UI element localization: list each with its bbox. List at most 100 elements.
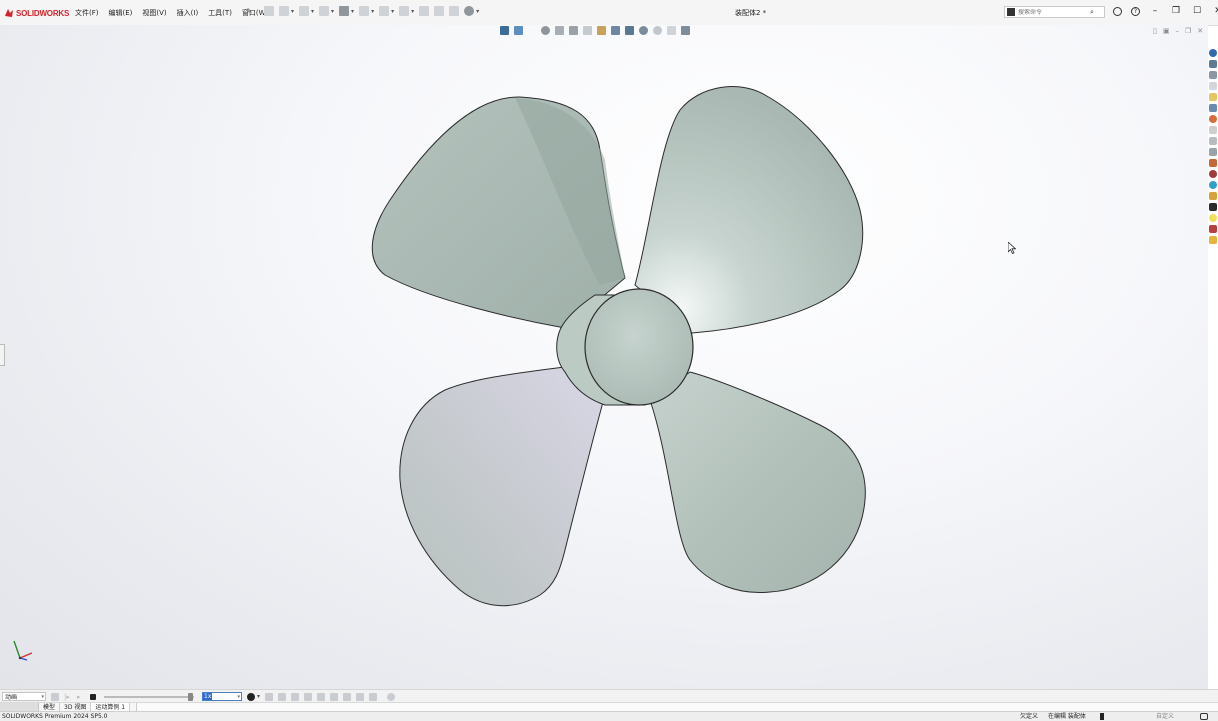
previous-view-icon[interactable] [555, 26, 564, 35]
new-document-icon[interactable] [279, 6, 289, 16]
viewport-split-icon[interactable]: ▣ [1163, 27, 1170, 35]
viewport-close-icon[interactable]: ✕ [1197, 27, 1203, 35]
gear-icon[interactable] [464, 6, 475, 16]
play-icon[interactable]: ▸ [77, 693, 85, 701]
dynamic-annotation-icon[interactable] [583, 26, 592, 35]
select-icon[interactable] [399, 6, 410, 16]
rebuild-icon[interactable] [419, 6, 430, 16]
maximize-button[interactable]: ☐ [1191, 6, 1203, 16]
slider-thumb[interactable] [188, 692, 193, 701]
solidworks-forum-icon[interactable] [1209, 137, 1217, 145]
help-icon[interactable]: ? [1131, 6, 1140, 16]
folder-icon[interactable] [1209, 82, 1217, 90]
appearances-icon[interactable] [1209, 104, 1217, 112]
zoom-to-fit-icon[interactable] [514, 26, 523, 35]
force-icon[interactable] [356, 692, 365, 701]
appearances-scenes-icon[interactable] [1209, 115, 1217, 123]
save-icon[interactable] [319, 6, 330, 16]
add-key-icon[interactable] [304, 692, 313, 701]
redo-dropdown-icon[interactable]: ▾ [391, 8, 394, 15]
open-dropdown-icon[interactable]: ▾ [311, 8, 314, 15]
custom-properties-icon[interactable] [1209, 126, 1217, 134]
fan-model[interactable] [370, 80, 870, 615]
display-style-icon[interactable] [611, 26, 620, 35]
playback-mode-dropdown-icon[interactable]: ▾ [257, 693, 260, 700]
stop-icon[interactable] [90, 693, 96, 700]
view-orientation-icon[interactable] [597, 26, 606, 35]
select-dropdown-icon[interactable]: ▾ [411, 8, 414, 15]
animation-wizard-icon[interactable] [278, 692, 287, 701]
tools-icon[interactable] [1209, 225, 1217, 233]
design-library-icon[interactable] [1209, 60, 1217, 68]
user-icon[interactable] [1113, 6, 1122, 16]
pin-icon[interactable]: ✎ [246, 7, 253, 16]
viewport-minimize-icon[interactable]: – [1175, 27, 1179, 35]
zoom-area-icon[interactable] [541, 26, 550, 35]
study-properties-icon[interactable] [387, 692, 396, 701]
home-icon[interactable] [264, 6, 274, 16]
hide-show-icon[interactable] [625, 26, 634, 35]
redo-icon[interactable] [379, 6, 390, 16]
new-dropdown-icon[interactable]: ▾ [291, 8, 294, 15]
compass-icon[interactable] [1209, 181, 1217, 189]
open-icon[interactable] [299, 6, 310, 16]
minimize-button[interactable]: – [1149, 6, 1161, 16]
study-type-select[interactable]: 动画 ▾ [2, 692, 46, 701]
options-panel-icon[interactable] [449, 6, 460, 16]
status-options-icon[interactable] [1200, 713, 1208, 720]
calculate-icon[interactable] [51, 692, 59, 701]
motor-icon[interactable] [317, 692, 326, 701]
document-title: 装配体2 * [735, 9, 767, 17]
section-view-icon[interactable] [569, 26, 578, 35]
plugin-icon[interactable] [1209, 236, 1217, 244]
apply-scene-icon[interactable] [653, 26, 662, 35]
viewport-layout-icon[interactable]: ▯ [1153, 27, 1157, 35]
solidworks-resources-icon[interactable] [1209, 49, 1217, 57]
toolbox-icon[interactable] [1209, 159, 1217, 167]
menu-file[interactable]: 文件(F) [74, 7, 100, 19]
anchor-icon[interactable] [500, 26, 509, 35]
fan-hub-face[interactable] [584, 288, 694, 406]
file-explorer-icon[interactable] [1209, 71, 1217, 79]
solidworks-logo[interactable]: SOLIDWORKS [4, 7, 69, 19]
spring-icon[interactable] [330, 692, 339, 701]
restore-button[interactable]: ❐ [1170, 6, 1182, 16]
save-animation-icon[interactable] [265, 692, 274, 701]
markup-icon[interactable] [1209, 170, 1217, 178]
fan-blade-lower-left[interactable] [399, 361, 606, 607]
playback-mode-icon[interactable] [247, 692, 255, 701]
fan-blade-lower-right[interactable] [649, 371, 866, 594]
viewport-restore-icon[interactable]: ❐ [1185, 27, 1191, 35]
print-dropdown-icon[interactable]: ▾ [351, 8, 354, 15]
undo-dropdown-icon[interactable]: ▾ [371, 8, 374, 15]
display-monitor-icon[interactable] [681, 26, 690, 35]
print-icon[interactable] [339, 6, 350, 16]
view-settings-icon[interactable] [667, 26, 676, 35]
save-dropdown-icon[interactable]: ▾ [331, 8, 334, 15]
hat-icon[interactable] [1209, 203, 1217, 211]
file-properties-icon[interactable] [434, 6, 445, 16]
3dexperience-icon[interactable] [1209, 148, 1217, 156]
undo-icon[interactable] [359, 6, 370, 16]
menu-insert[interactable]: 插入(I) [176, 7, 200, 19]
menu-edit[interactable]: 编辑(E) [108, 7, 134, 19]
playback-slider[interactable] [104, 692, 194, 701]
options-dropdown-icon[interactable]: ▾ [476, 8, 479, 15]
contact-icon[interactable] [369, 692, 378, 701]
edit-appearance-icon[interactable] [639, 26, 648, 35]
search-icon[interactable]: ⌕ [1090, 8, 1094, 17]
autokey-icon[interactable] [291, 692, 300, 701]
view-palette-icon[interactable] [1209, 93, 1217, 101]
menu-tools[interactable]: 工具(T) [207, 7, 233, 19]
storage-icon[interactable] [1209, 192, 1217, 200]
menu-view[interactable]: 视图(V) [141, 7, 167, 19]
rebuild-indicator-icon[interactable] [1100, 713, 1104, 720]
lightbulb-icon[interactable] [1209, 214, 1217, 222]
fan-blade-upper-right[interactable] [634, 86, 864, 334]
feature-manager-expand-handle[interactable] [0, 344, 5, 366]
close-button[interactable]: ✕ [1212, 6, 1218, 16]
damper-icon[interactable] [343, 692, 352, 701]
play-from-start-icon[interactable]: |▸ [64, 693, 72, 701]
search-input[interactable] [1018, 8, 1088, 16]
playback-speed-select[interactable]: 1x ▾ [202, 692, 242, 701]
